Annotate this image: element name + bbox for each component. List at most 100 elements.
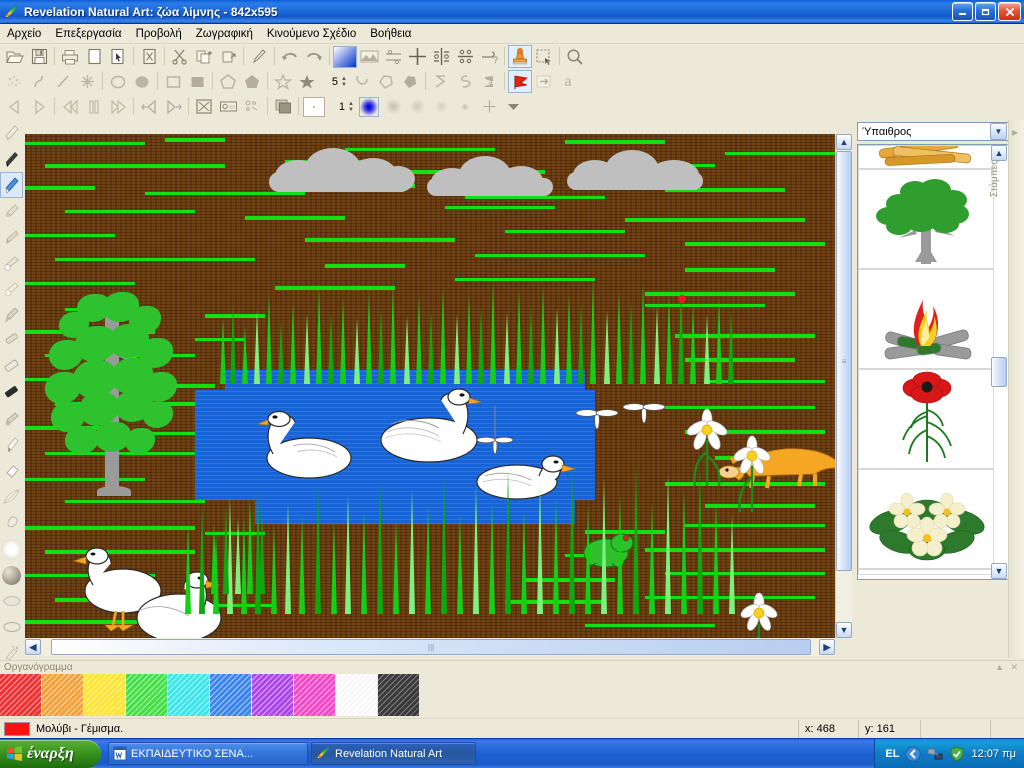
landscape-icon[interactable]: [357, 45, 381, 68]
menu-item-file[interactable]: Αρχείο: [0, 26, 48, 42]
smudge-icon[interactable]: [0, 510, 23, 536]
bezier-icon[interactable]: [350, 70, 374, 93]
close-button[interactable]: [998, 2, 1021, 21]
gallery-scroll-thumb[interactable]: [991, 357, 1007, 387]
freeform-outline-icon[interactable]: [374, 70, 398, 93]
taskbar-item-app[interactable]: Revelation Natural Art: [311, 742, 476, 765]
menu-item-view[interactable]: Προβολή: [129, 26, 189, 42]
swatch-white[interactable]: [336, 674, 378, 716]
horizontal-scroll-thumb[interactable]: |||: [51, 639, 811, 655]
canvas-artwork[interactable]: [25, 134, 835, 638]
page-properties-icon[interactable]: [137, 45, 161, 68]
brush-spray-icon[interactable]: [405, 95, 429, 118]
drawing-canvas[interactable]: [25, 134, 835, 638]
magnifier-icon[interactable]: [563, 45, 587, 68]
open-folder-icon[interactable]: [3, 45, 27, 68]
canvas-vertical-scrollbar[interactable]: ▲ ≡ ▼: [835, 134, 852, 638]
eraser-icon[interactable]: [0, 458, 23, 484]
chalk-icon[interactable]: [0, 120, 23, 146]
menu-item-help[interactable]: Βοήθεια: [363, 26, 418, 42]
stamp-item-campfire[interactable]: [858, 269, 994, 369]
canvas-horizontal-scrollbar[interactable]: ◀ ||| ▶: [25, 638, 835, 656]
squiggle-filled-icon[interactable]: [477, 70, 501, 93]
restore-button[interactable]: [975, 2, 996, 21]
swatch-orange[interactable]: [42, 674, 84, 716]
swatch-green[interactable]: [126, 674, 168, 716]
gradient-icon[interactable]: [333, 45, 357, 68]
next-frame-icon[interactable]: [27, 95, 51, 118]
stamp-item-poppy[interactable]: [858, 369, 994, 469]
save-disk-icon[interactable]: [27, 45, 51, 68]
swatch-cyan[interactable]: [168, 674, 210, 716]
stamp-item-logs[interactable]: [858, 145, 994, 169]
first-frame-icon[interactable]: [58, 95, 82, 118]
menu-item-animation[interactable]: Κινούμενο Σχέδιο: [260, 26, 363, 42]
chevron-down-icon[interactable]: ▼: [990, 123, 1007, 140]
stretch-icon[interactable]: [381, 45, 405, 68]
glow-icon[interactable]: [0, 536, 23, 562]
flat-brush-icon[interactable]: [0, 354, 23, 380]
ellipse-outline-icon[interactable]: [106, 70, 130, 93]
scroll-down-button[interactable]: ▼: [836, 622, 852, 638]
organogram-controls[interactable]: ▲ ✕: [995, 662, 1020, 673]
pastel-icon[interactable]: [0, 224, 23, 250]
insert-frame-before-icon[interactable]: [137, 95, 161, 118]
eyedropper-icon[interactable]: [247, 45, 271, 68]
rectangle-outline-icon[interactable]: [161, 70, 185, 93]
pen-icon[interactable]: [0, 432, 23, 458]
flood-fill-icon[interactable]: [532, 70, 556, 93]
mirror-vertical-icon[interactable]: [429, 45, 453, 68]
stamp-gallery[interactable]: [857, 144, 1009, 580]
last-frame-icon[interactable]: [106, 95, 130, 118]
fill-flag-icon[interactable]: [508, 70, 532, 93]
rectangle-filled-icon[interactable]: [185, 70, 209, 93]
select-page-icon[interactable]: [106, 45, 130, 68]
blend-icon[interactable]: [0, 588, 23, 614]
marquee-select-icon[interactable]: [532, 45, 556, 68]
brush-dot-icon[interactable]: [429, 95, 453, 118]
clock[interactable]: 12:07 πμ: [971, 748, 1016, 760]
brush-soft-icon[interactable]: [357, 95, 381, 118]
frame-size-icon[interactable]: [192, 95, 216, 118]
current-color-indicator[interactable]: [4, 721, 30, 736]
feather-icon[interactable]: [0, 484, 23, 510]
swatch-yellow[interactable]: [84, 674, 126, 716]
crosshair-icon[interactable]: [477, 95, 501, 118]
wet-brush-icon[interactable]: [0, 276, 23, 302]
vertical-scroll-thumb[interactable]: ≡: [836, 151, 852, 571]
language-indicator[interactable]: EL: [885, 748, 899, 760]
network-icon[interactable]: [927, 746, 943, 762]
dropdown-arrow-icon[interactable]: [501, 95, 525, 118]
minimize-button[interactable]: [952, 2, 973, 21]
shield-update-icon[interactable]: [949, 746, 965, 762]
paint-brush-icon[interactable]: [0, 302, 23, 328]
oval-brush-icon[interactable]: [0, 614, 23, 640]
swatch-black[interactable]: [378, 674, 420, 716]
gallery-scroll-up-button[interactable]: ▲: [991, 145, 1007, 161]
move-icon[interactable]: [405, 45, 429, 68]
pencil-fill-icon[interactable]: [0, 172, 23, 198]
scissors-cut-icon[interactable]: [168, 45, 192, 68]
polygon-outline-icon[interactable]: [216, 70, 240, 93]
swatch-magenta[interactable]: [294, 674, 336, 716]
dark-brush-icon[interactable]: [0, 380, 23, 406]
rotate-icon[interactable]: ?: [477, 45, 501, 68]
scribble-icon[interactable]: [429, 70, 453, 93]
camera-icon[interactable]: [216, 95, 240, 118]
squiggle-icon[interactable]: [453, 70, 477, 93]
menu-item-edit[interactable]: Επεξεργασία: [48, 26, 128, 42]
freeform-filled-icon[interactable]: [398, 70, 422, 93]
star-outline-icon[interactable]: [271, 70, 295, 93]
swatch-red[interactable]: [0, 674, 42, 716]
sides-stepper[interactable]: ▲ ▼: [341, 73, 350, 91]
ellipse-filled-icon[interactable]: [130, 70, 154, 93]
marker-icon[interactable]: [0, 250, 23, 276]
brush-preview-swatch[interactable]: [302, 95, 326, 118]
pause-icon[interactable]: [82, 95, 106, 118]
prev-frame-icon[interactable]: [3, 95, 27, 118]
start-button[interactable]: έναρξη: [0, 739, 101, 768]
onion-skin-icon[interactable]: [240, 95, 264, 118]
sparkle-icon[interactable]: [75, 70, 99, 93]
brush-small-dot-icon[interactable]: [453, 95, 477, 118]
stamp-item-primrose[interactable]: [858, 469, 994, 569]
